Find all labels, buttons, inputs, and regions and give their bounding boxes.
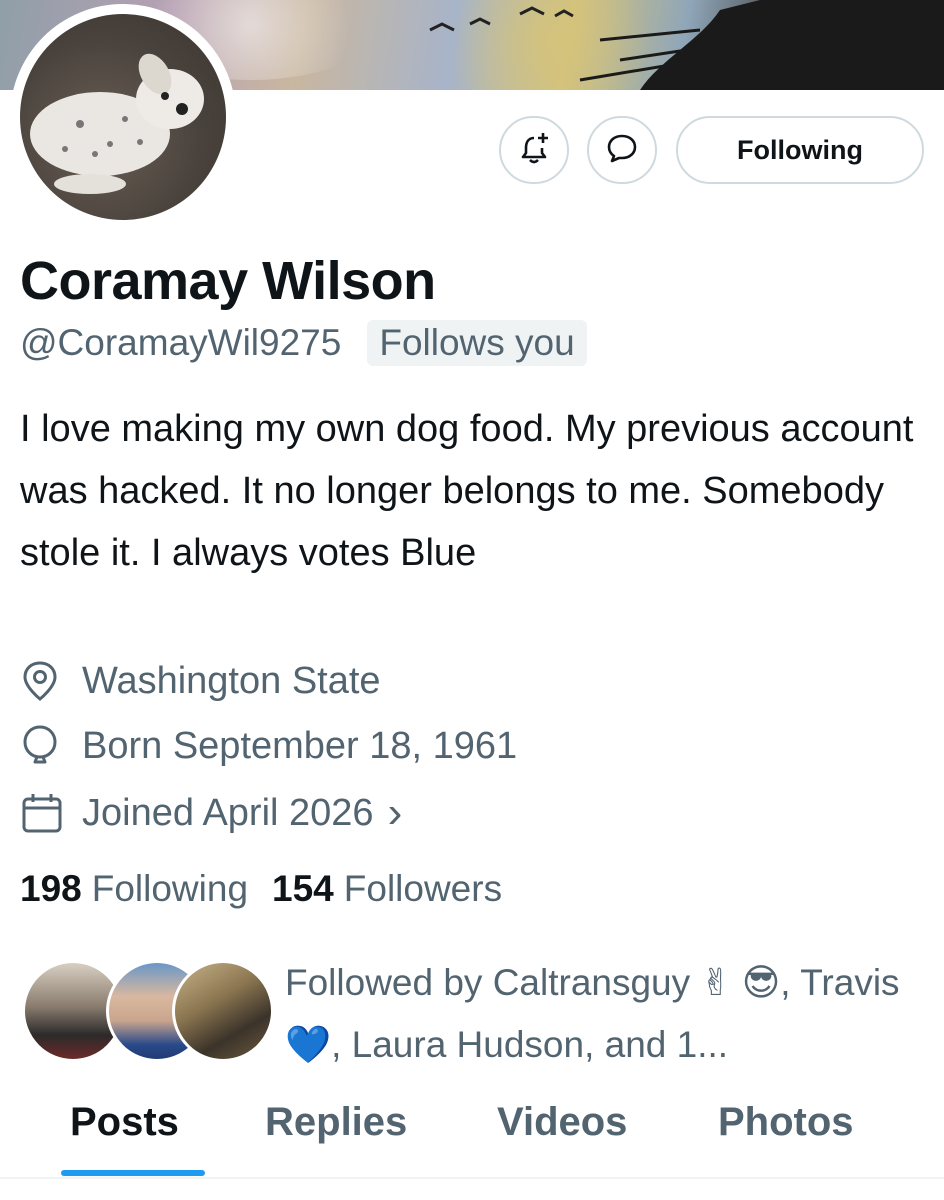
following-button-label: Following xyxy=(737,134,863,165)
chevron-right-icon: › xyxy=(387,788,403,837)
blue-heart-emoji: 💙 xyxy=(285,1023,332,1066)
victory-hand-emoji: ✌ xyxy=(700,961,732,1004)
profile-birthdate: Born September 18, 1961 xyxy=(20,723,517,769)
location-text: Washington State xyxy=(82,659,381,702)
balloon-icon xyxy=(20,723,70,769)
bell-plus-icon xyxy=(516,130,552,171)
active-tab-indicator xyxy=(61,1170,205,1176)
followed-by-text[interactable]: Followed by Caltransguy ✌ 😎, Travis 💙, L… xyxy=(285,952,925,1076)
dog-photo xyxy=(30,53,204,194)
avatar[interactable] xyxy=(20,14,226,220)
tab-photos[interactable]: Photos xyxy=(718,1100,854,1176)
profile-name: Coramay Wilson xyxy=(20,251,436,311)
follows-you-badge: Follows you xyxy=(367,320,587,366)
followed-by-suffix: , Laura Hudson, and 1... xyxy=(331,1024,729,1065)
message-button[interactable] xyxy=(587,116,657,184)
notify-button[interactable] xyxy=(499,116,569,184)
profile-location: Washington State xyxy=(20,658,381,704)
joined-text: Joined April 2026 xyxy=(82,791,374,834)
profile-joined[interactable]: Joined April 2026 › xyxy=(20,788,402,838)
tab-videos[interactable]: Videos xyxy=(497,1100,627,1176)
following-label[interactable]: Following xyxy=(92,868,248,910)
followers-label[interactable]: Followers xyxy=(344,868,502,910)
followed-by-prefix: Followed by Caltransguy xyxy=(285,962,701,1003)
followed-by-mid: , Travis xyxy=(780,962,900,1003)
following-button[interactable]: Following xyxy=(676,116,924,184)
following-count[interactable]: 198 xyxy=(20,868,82,910)
followers-count[interactable]: 154 xyxy=(272,868,334,910)
tabs-divider xyxy=(0,1177,944,1179)
born-text: Born September 18, 1961 xyxy=(82,724,518,767)
follower-avatar[interactable] xyxy=(172,960,274,1062)
profile-handle: @CoramayWil9275 xyxy=(20,322,342,363)
profile-bio: I love making my own dog food. My previo… xyxy=(20,408,914,574)
tab-replies[interactable]: Replies xyxy=(265,1100,407,1176)
calendar-icon xyxy=(20,790,70,836)
profile-tabs: Posts Replies Videos Photos xyxy=(0,1100,944,1176)
tab-posts[interactable]: Posts xyxy=(70,1100,179,1176)
follow-stats: 198 Following 154 Followers xyxy=(20,868,502,910)
location-pin-icon xyxy=(20,658,70,704)
sunglasses-emoji: 😎 xyxy=(741,961,781,1004)
handle-row: @CoramayWil9275 Follows you xyxy=(20,320,587,366)
message-bubble-icon xyxy=(604,130,640,171)
